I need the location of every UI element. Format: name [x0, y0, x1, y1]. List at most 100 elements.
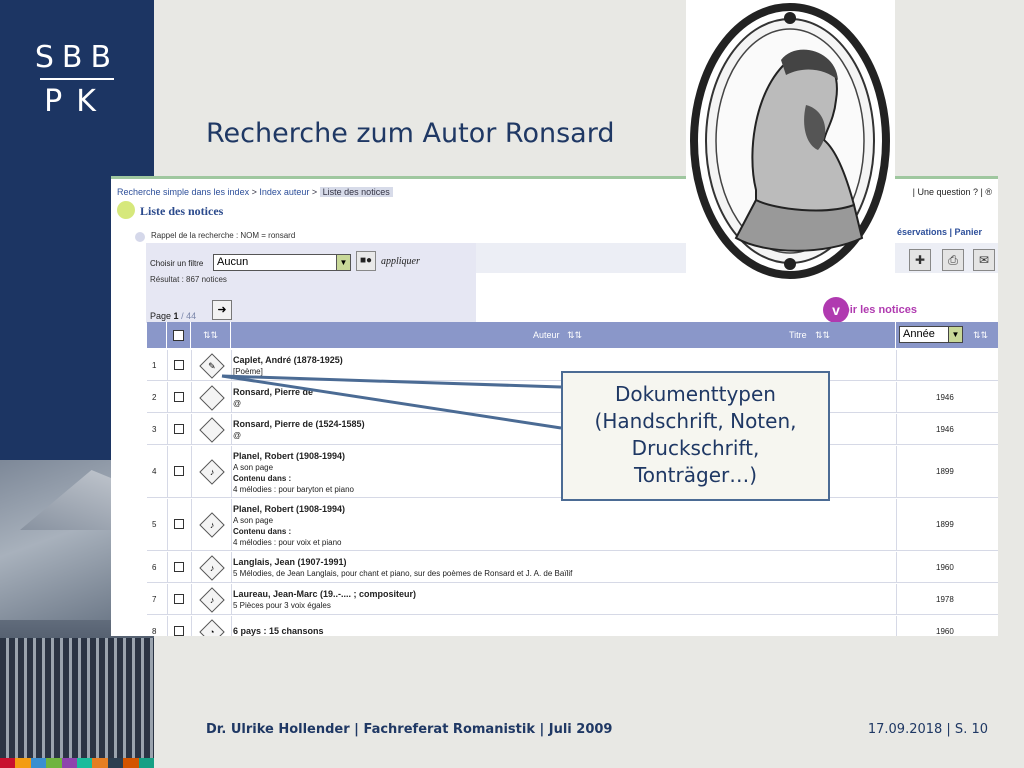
arrow-right-icon: ➜: [217, 304, 227, 316]
basket-tool-button[interactable]: ✚: [909, 249, 931, 271]
doc-type-glyph: ♪: [209, 467, 215, 477]
help-link[interactable]: | Une question ? | ®: [913, 187, 992, 197]
table-header: ⇅⇅ Auteur ⇅⇅ Titre ⇅⇅ Année ▼ ⇅⇅: [147, 322, 998, 348]
sort-icon[interactable]: ⇅⇅: [815, 330, 830, 341]
col-header-titre[interactable]: Titre: [789, 330, 807, 340]
recall-bullet: [135, 232, 145, 242]
breadcrumb: Recherche simple dans les index > Index …: [117, 187, 393, 197]
sort-icon[interactable]: ⇅⇅: [973, 330, 988, 341]
row-detail: 5 Mélodies, de Jean Langlais, pour chant…: [233, 569, 573, 578]
row-detail: A son page: [233, 516, 274, 525]
sound-recording-icon: ◔: [199, 619, 225, 636]
doc-type-glyph: ✎: [208, 360, 216, 371]
select-all-checkbox[interactable]: [173, 330, 184, 341]
table-row: 6 ♪ Langlais, Jean (1907-1991) 5 Mélodies, …: [147, 552, 998, 583]
list-title: Liste des notices: [140, 204, 224, 218]
row-year: 1899: [936, 520, 954, 529]
col-header-auteur[interactable]: Auteur: [533, 330, 560, 340]
doc-type-glyph: ♪: [209, 563, 215, 573]
annee-select[interactable]: Année ▼: [899, 326, 963, 343]
score-icon: ♪: [199, 555, 225, 581]
row-author-link[interactable]: Caplet, André (1878-1925): [233, 355, 343, 365]
print-icon: [199, 417, 225, 443]
row-checkbox[interactable]: [174, 360, 184, 370]
search-recall: Rappel de la recherche : NOM = ronsard: [151, 231, 296, 240]
page-label: Page: [150, 311, 172, 321]
ronsard-portrait: [686, 0, 895, 284]
doc-type-glyph: ♪: [209, 520, 215, 530]
doc-type-glyph: ◔: [209, 627, 215, 636]
row-detail: Contenu dans :: [233, 474, 292, 483]
row-number: 6: [152, 563, 157, 572]
chevron-down-icon[interactable]: ▼: [948, 327, 962, 342]
row-checkbox[interactable]: [174, 424, 184, 434]
row-number: 2: [152, 393, 157, 402]
row-year: 1960: [936, 627, 954, 636]
row-year: 1899: [936, 467, 954, 476]
row-author-link[interactable]: 6 pays : 15 chansons: [233, 626, 324, 636]
row-author-link[interactable]: Planel, Robert (1908-1994): [233, 451, 345, 461]
pagination: Page 1 / 44: [150, 311, 196, 321]
callout-line4: Tonträger…): [633, 463, 758, 487]
table-row: 8 ◔ 6 pays : 15 chansons 1960: [147, 616, 998, 636]
row-author-link[interactable]: Ronsard, Pierre de: [233, 387, 313, 397]
apply-filter-button[interactable]: ■●: [356, 251, 376, 271]
row-year: 1946: [936, 425, 954, 434]
manuscript-icon: ✎: [199, 353, 225, 379]
row-detail: @: [233, 399, 242, 408]
row-detail: 5 Pièces pour 3 voix égales: [233, 601, 331, 610]
breadcrumb-separator: >: [249, 187, 260, 197]
apply-filter-label[interactable]: appliquer: [381, 256, 420, 267]
row-year: 1946: [936, 393, 954, 402]
row-checkbox[interactable]: [174, 466, 184, 476]
row-number: 5: [152, 520, 157, 529]
row-author-link[interactable]: Laureau, Jean-Marc (19..-.... ; composit…: [233, 589, 416, 599]
add-icon: ✚: [914, 253, 926, 267]
reservations-panier-links[interactable]: éservations | Panier: [897, 227, 982, 237]
footer-author: Dr. Ulrike Hollender | Fachreferat Roman…: [206, 722, 613, 737]
breadcrumb-link-author-index[interactable]: Index auteur: [259, 187, 309, 197]
go-to-page-button[interactable]: ➜: [212, 300, 232, 320]
table-row: 5 ♪ Planel, Robert (1908-1994) A son page Co…: [147, 499, 998, 551]
row-year: 1960: [936, 563, 954, 572]
doc-type-glyph: ♪: [209, 595, 215, 605]
email-tool-button[interactable]: ✉: [973, 249, 995, 271]
logo-rule: [40, 78, 114, 80]
row-number: 3: [152, 425, 157, 434]
printer-icon: ⎙: [948, 253, 958, 267]
chevron-down-icon[interactable]: ▼: [336, 255, 350, 270]
filter-label: Choisir un filtre: [150, 259, 204, 268]
breadcrumb-link-simple-search[interactable]: Recherche simple dans les index: [117, 187, 249, 197]
score-icon: ♪: [199, 459, 225, 485]
score-icon: ♪: [199, 512, 225, 538]
row-checkbox[interactable]: [174, 626, 184, 636]
print-icon: [199, 385, 225, 411]
logo-line1: SBB: [34, 40, 120, 75]
row-author-link[interactable]: Ronsard, Pierre de (1524-1585): [233, 419, 365, 429]
sort-icon[interactable]: ⇅⇅: [567, 330, 582, 341]
footer-date-page: 17.09.2018 | S. 10: [867, 722, 988, 737]
row-author-link[interactable]: Langlais, Jean (1907-1991): [233, 557, 347, 567]
row-detail: Contenu dans :: [233, 527, 292, 536]
result-count: Résultat : 867 notices: [150, 275, 227, 284]
page-total: / 44: [178, 311, 197, 321]
row-detail: @: [233, 431, 242, 440]
row-checkbox[interactable]: [174, 562, 184, 572]
row-checkbox[interactable]: [174, 519, 184, 529]
sort-icon[interactable]: ⇅⇅: [203, 330, 218, 341]
row-number: 8: [152, 627, 157, 636]
document-types-callout: Dokumenttypen (Handschrift, Noten, Druck…: [561, 371, 830, 501]
row-checkbox[interactable]: [174, 392, 184, 402]
table-row: 7 ♪ Laureau, Jean-Marc (19..-.... ; compos…: [147, 584, 998, 615]
slide-title: Recherche zum Autor Ronsard: [206, 118, 615, 149]
callout-line2: (Handschrift, Noten,: [594, 409, 797, 433]
row-checkbox[interactable]: [174, 594, 184, 604]
filter-select-value: Aucun: [217, 256, 249, 268]
row-detail: A son page: [233, 463, 274, 472]
callout-line1: Dokumenttypen: [615, 382, 776, 406]
row-detail: [Poème]: [233, 367, 263, 376]
key-icon: ■●: [359, 255, 373, 266]
row-author-link[interactable]: Planel, Robert (1908-1994): [233, 504, 345, 514]
print-tool-button[interactable]: ⎙: [942, 249, 964, 271]
filter-select[interactable]: Aucun ▼: [213, 254, 351, 271]
